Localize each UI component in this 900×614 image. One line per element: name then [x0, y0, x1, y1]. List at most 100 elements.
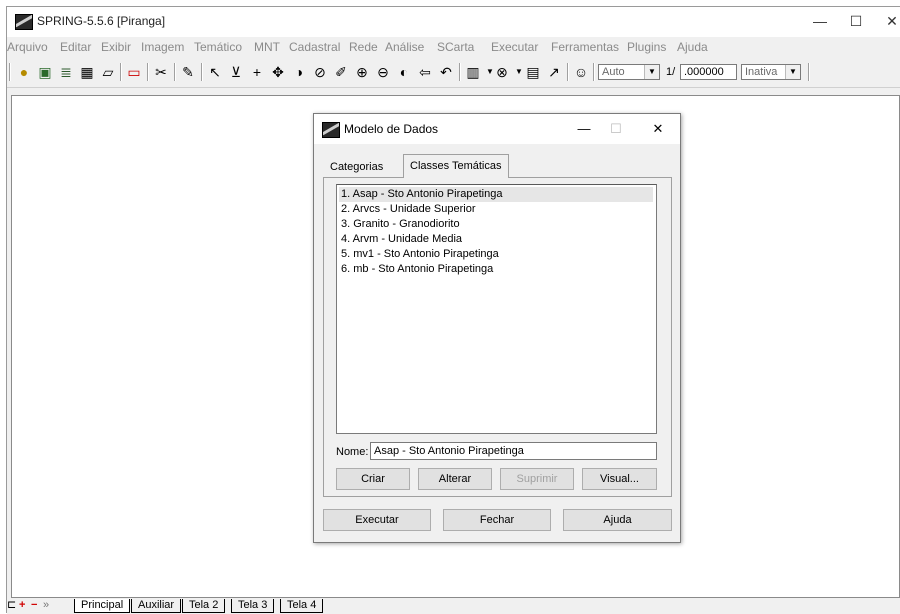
zoom-area-icon[interactable]: ◐: [396, 64, 412, 80]
grid-icon[interactable]: ▦: [79, 64, 95, 80]
menu-scarta[interactable]: SCarta: [437, 40, 474, 54]
list-item[interactable]: 5. mv1 - Sto Antonio Pirapetinga: [339, 247, 653, 262]
toolbar-separator: [459, 63, 461, 81]
tab-tela-2[interactable]: Tela 2: [182, 599, 226, 613]
dialog-title: Modelo de Dados: [344, 122, 439, 136]
display-options-icon[interactable]: ▥: [465, 64, 481, 80]
ajuda-button[interactable]: Ajuda: [563, 509, 672, 531]
alterar-button[interactable]: Alterar: [418, 468, 492, 490]
toolbar-separator: [174, 63, 176, 81]
list-item[interactable]: 3. Granito - Granodiorito: [339, 217, 653, 232]
edit-icon[interactable]: ⊘: [312, 64, 328, 80]
state-select[interactable]: Inativa ▼: [741, 64, 801, 80]
cut-icon[interactable]: ✂: [153, 64, 169, 80]
tab-tela-3[interactable]: Tela 3: [231, 599, 275, 613]
toolbar-separator: [567, 63, 569, 81]
scale-input[interactable]: .000000: [680, 64, 737, 80]
spring-app-icon: [15, 14, 33, 30]
info-icon[interactable]: ◑: [291, 64, 307, 80]
draw-icon[interactable]: ✎: [180, 64, 196, 80]
dialog-title-bar: Modelo de Dados — ☐ ✕: [314, 114, 680, 144]
menu-imagem[interactable]: Imagem: [141, 40, 184, 54]
mode-select-value: Auto: [602, 66, 625, 78]
pointer-icon[interactable]: ↖: [207, 64, 223, 80]
title-bar: SPRING-5.5.6 [Piranga] — ☐ ✕: [7, 7, 900, 37]
menu-cadastral[interactable]: Cadastral: [289, 40, 340, 54]
modelo-de-dados-dialog: Modelo de Dados — ☐ ✕ Categorias Classes…: [313, 113, 681, 543]
menu-bar: Arquivo Editar Exibir Imagem Temático MN…: [7, 37, 900, 57]
pan-icon[interactable]: ✥: [270, 64, 286, 80]
list-item[interactable]: 1. Asap - Sto Antonio Pirapetinga: [339, 187, 653, 202]
project-icon[interactable]: ▣: [37, 64, 53, 80]
list-item[interactable]: 4. Arvm - Unidade Media: [339, 232, 653, 247]
chevron-down-icon[interactable]: ▼: [644, 65, 659, 79]
window-icon[interactable]: ⊏: [7, 598, 16, 612]
state-select-value: Inativa: [745, 66, 778, 78]
frame-icon[interactable]: ▤: [525, 64, 541, 80]
scale-prefix: 1/: [666, 66, 676, 78]
chevron-down-icon[interactable]: ▼: [785, 65, 800, 79]
menu-ferramentas[interactable]: Ferramentas: [551, 40, 619, 54]
zoom-out-icon[interactable]: ⊖: [375, 64, 391, 80]
window-title: SPRING-5.5.6 [Piranga]: [37, 14, 166, 28]
fechar-button[interactable]: Fechar: [443, 509, 551, 531]
undo-icon[interactable]: ↶: [438, 64, 454, 80]
dialog-minimize-button[interactable]: —: [571, 120, 597, 138]
menu-ajuda[interactable]: Ajuda: [677, 40, 708, 54]
palette-icon[interactable]: ☺: [573, 64, 589, 80]
layers-icon[interactable]: ≣: [58, 64, 74, 80]
scale-value: .000000: [684, 66, 724, 78]
pencil-icon[interactable]: ✐: [333, 64, 349, 80]
cursor-plus-icon[interactable]: ↗: [546, 64, 562, 80]
close-button[interactable]: ✕: [877, 11, 900, 31]
classes-list[interactable]: 1. Asap - Sto Antonio Pirapetinga 2. Arv…: [336, 184, 657, 434]
tab-principal[interactable]: Principal: [74, 599, 131, 613]
toolbar-separator: [120, 63, 122, 81]
toolbar-separator: [808, 63, 810, 81]
tab-categorias[interactable]: Categorias: [324, 157, 389, 177]
menu-rede[interactable]: Rede: [349, 40, 378, 54]
toolbar: ● ▣ ≣ ▦ ▱ ▭ ✂ ✎ ↖ ⊻ + ✥ ◑ ⊘ ✐ ⊕ ⊖ ◐ ⇦ ↶ …: [7, 57, 900, 88]
minimize-button[interactable]: —: [805, 11, 835, 31]
criar-button[interactable]: Criar: [336, 468, 410, 490]
list-item[interactable]: 2. Arvcs - Unidade Superior: [339, 202, 653, 217]
menu-editar[interactable]: Editar: [60, 40, 91, 54]
toolbar-separator: [593, 63, 595, 81]
crosshair-icon[interactable]: +: [249, 64, 265, 80]
menu-tematico[interactable]: Temático: [194, 40, 242, 54]
toolbar-separator: [147, 63, 149, 81]
menu-exibir[interactable]: Exibir: [101, 40, 131, 54]
mode-select[interactable]: Auto ▼: [598, 64, 660, 80]
dialog-maximize-button: ☐: [610, 121, 622, 136]
nome-label: Nome:: [336, 446, 369, 458]
spring-app-icon: [322, 122, 340, 138]
tab-auxiliar[interactable]: Auxiliar: [131, 599, 182, 613]
menu-arquivo[interactable]: Arquivo: [7, 40, 48, 54]
display-tabs-bar: ⊏ + − » Principal Auxiliar Tela 2 Tela 3…: [7, 598, 900, 614]
executar-button[interactable]: Executar: [323, 509, 431, 531]
display-window-icon[interactable]: ▭: [126, 64, 142, 80]
nome-input[interactable]: Asap - Sto Antonio Pirapetinga: [370, 442, 657, 460]
back-arrow-icon[interactable]: ⇦: [417, 64, 433, 80]
visual-button[interactable]: Visual...: [582, 468, 657, 490]
zoom-in-icon[interactable]: ⊕: [354, 64, 370, 80]
remove-display-icon[interactable]: −: [31, 598, 37, 612]
suprimir-button: Suprimir: [500, 468, 574, 490]
menu-analise[interactable]: Análise: [385, 40, 424, 54]
scroll-arrow-icon[interactable]: »: [43, 598, 49, 612]
dialog-close-button[interactable]: ✕: [645, 120, 671, 138]
cursor-info-icon[interactable]: ⊻: [228, 64, 244, 80]
menu-mnt[interactable]: MNT: [254, 40, 280, 54]
tab-classes-tematicas[interactable]: Classes Temáticas: [403, 154, 509, 178]
eraser-icon[interactable]: ▱: [100, 64, 116, 80]
zoom-scale-icon[interactable]: ⊗: [494, 64, 510, 80]
toolbar-separator: [201, 63, 203, 81]
toolbar-separator: [9, 63, 11, 81]
maximize-button[interactable]: ☐: [841, 11, 871, 31]
list-item[interactable]: 6. mb - Sto Antonio Pirapetinga: [339, 262, 653, 277]
database-icon[interactable]: ●: [16, 64, 32, 80]
menu-plugins[interactable]: Plugins: [627, 40, 666, 54]
menu-executar[interactable]: Executar: [491, 40, 538, 54]
tab-tela-4[interactable]: Tela 4: [280, 599, 324, 613]
add-display-icon[interactable]: +: [19, 598, 25, 612]
